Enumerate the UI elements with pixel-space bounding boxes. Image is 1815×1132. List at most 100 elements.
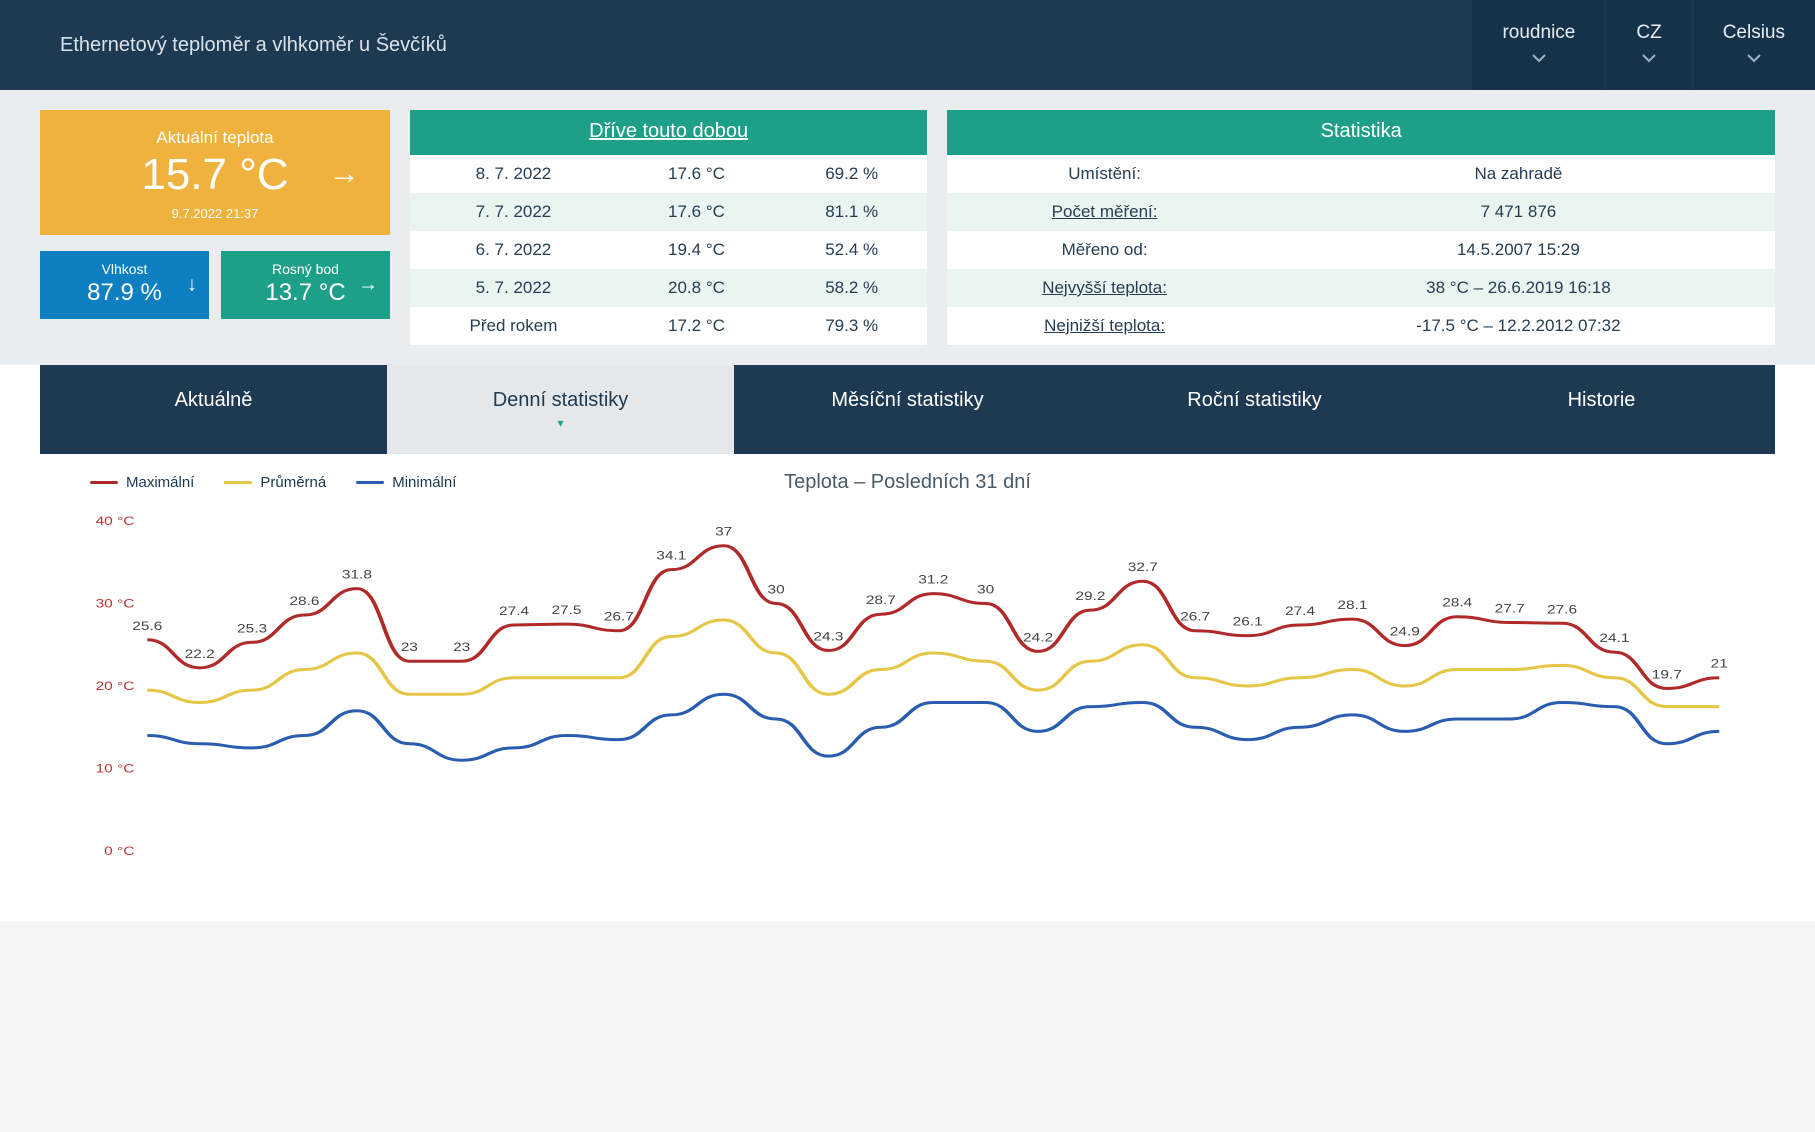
svg-text:25.3: 25.3	[237, 621, 267, 635]
svg-text:24.2: 24.2	[1023, 630, 1053, 644]
legend-item-avg[interactable]: Průměrná	[224, 474, 326, 491]
history-row: 7. 7. 202217.6 °C81.1 %	[410, 193, 927, 231]
history-hum: 69.2 %	[776, 155, 927, 193]
unit-selector[interactable]: Celsius	[1693, 0, 1815, 90]
stats-value: 7 471 876	[1262, 193, 1775, 231]
current-timestamp: 9.7.2022 21:37	[50, 206, 380, 221]
history-temp: 17.6 °C	[617, 155, 776, 193]
legend-item-max[interactable]: Maximální	[90, 474, 194, 491]
history-table: 8. 7. 202217.6 °C69.2 %7. 7. 202217.6 °C…	[410, 155, 927, 345]
unit-selector-label: Celsius	[1723, 22, 1785, 44]
chevron-down-icon	[1642, 50, 1656, 68]
top-header: Ethernetový teploměr a vlhkoměr u Ševčík…	[0, 0, 1815, 90]
stats-row: Měřeno od:14.5.2007 15:29	[947, 231, 1775, 269]
stats-value: 38 °C – 26.6.2019 16:18	[1262, 269, 1775, 307]
svg-text:32.7: 32.7	[1128, 560, 1158, 574]
svg-text:40 °C: 40 °C	[96, 514, 135, 528]
stats-label[interactable]: Nejvyšší teplota:	[947, 269, 1262, 307]
lang-selector-label: CZ	[1636, 22, 1661, 44]
current-temp-label: Aktuální teplota	[50, 128, 380, 148]
stats-label: Umístění:	[947, 155, 1262, 193]
stats-row: Umístění:Na zahradě	[947, 155, 1775, 193]
svg-text:27.4: 27.4	[499, 604, 529, 618]
stats-panel-header: Statistika	[947, 110, 1775, 155]
humidity-value: 87.9 %	[48, 279, 201, 307]
svg-text:0 °C: 0 °C	[104, 844, 134, 858]
svg-text:23: 23	[401, 640, 419, 654]
history-date: 7. 7. 2022	[410, 193, 617, 231]
history-hum: 58.2 %	[776, 269, 927, 307]
current-column: Aktuální teplota 15.7 °C → 9.7.2022 21:3…	[40, 110, 390, 345]
svg-text:29.2: 29.2	[1075, 589, 1105, 603]
chevron-down-icon	[1747, 50, 1761, 68]
tab-měsíční-statistiky[interactable]: Měsíční statistiky	[734, 365, 1081, 454]
svg-text:30: 30	[767, 582, 785, 596]
location-selector-label: roudnice	[1502, 22, 1575, 44]
history-row: Před rokem17.2 °C79.3 %	[410, 307, 927, 345]
svg-text:37: 37	[715, 524, 732, 538]
history-hum: 79.3 %	[776, 307, 927, 345]
chart-legend: Maximální Průměrná Minimální	[90, 474, 456, 491]
chart-title: Teplota – Posledních 31 dní	[784, 471, 1031, 494]
svg-text:27.5: 27.5	[551, 603, 581, 617]
stats-label[interactable]: Počet měření:	[947, 193, 1262, 231]
tab-label: Aktuálně	[175, 389, 253, 411]
legend-item-min[interactable]: Minimální	[356, 474, 456, 491]
history-date: 8. 7. 2022	[410, 155, 617, 193]
tab-label: Historie	[1568, 389, 1636, 411]
tab-aktuálně[interactable]: Aktuálně	[40, 365, 387, 454]
tab-label: Měsíční statistiky	[831, 389, 983, 411]
history-panel-title: Dříve touto dobou	[589, 120, 748, 142]
small-cards-row: Vlhkost 87.9 % ↓ Rosný bod 13.7 °C →	[40, 251, 390, 319]
stats-table: Umístění:Na zahraděPočet měření:7 471 87…	[947, 155, 1775, 345]
stats-row: Nejnižší teplota:-17.5 °C – 12.2.2012 07…	[947, 307, 1775, 345]
location-selector[interactable]: roudnice	[1472, 0, 1605, 90]
dewpoint-card[interactable]: Rosný bod 13.7 °C →	[221, 251, 390, 319]
legend-swatch-avg	[224, 481, 252, 484]
svg-text:31.2: 31.2	[918, 572, 948, 586]
stats-value: -17.5 °C – 12.2.2012 07:32	[1262, 307, 1775, 345]
stats-row: Nejvyšší teplota:38 °C – 26.6.2019 16:18	[947, 269, 1775, 307]
current-temp-card[interactable]: Aktuální teplota 15.7 °C → 9.7.2022 21:3…	[40, 110, 390, 235]
svg-text:23: 23	[453, 640, 471, 654]
legend-swatch-max	[90, 481, 118, 484]
chart-header: Maximální Průměrná Minimální Teplota – P…	[70, 474, 1745, 501]
history-panel-header[interactable]: Dříve touto dobou	[410, 110, 927, 155]
stats-panel: Statistika Umístění:Na zahraděPočet měře…	[947, 110, 1775, 345]
humidity-card[interactable]: Vlhkost 87.9 % ↓	[40, 251, 209, 319]
current-temp-value: 15.7 °C	[141, 150, 288, 200]
history-temp: 17.6 °C	[617, 193, 776, 231]
stats-value: Na zahradě	[1262, 155, 1775, 193]
top-section: Aktuální teplota 15.7 °C → 9.7.2022 21:3…	[0, 90, 1815, 365]
legend-label-min: Minimální	[392, 474, 456, 491]
lang-selector[interactable]: CZ	[1606, 0, 1691, 90]
svg-text:34.1: 34.1	[656, 548, 686, 562]
history-row: 8. 7. 202217.6 °C69.2 %	[410, 155, 927, 193]
svg-text:10 °C: 10 °C	[96, 761, 135, 775]
arrow-down-icon: ↓	[187, 274, 197, 297]
svg-text:28.4: 28.4	[1442, 595, 1472, 609]
legend-label-avg: Průměrná	[260, 474, 326, 491]
svg-text:31.8: 31.8	[342, 567, 372, 581]
svg-text:30: 30	[977, 582, 995, 596]
tab-label: Roční statistiky	[1187, 389, 1321, 411]
tab-denní-statistiky[interactable]: Denní statistiky▾	[387, 365, 734, 454]
svg-text:21: 21	[1711, 656, 1729, 670]
history-temp: 19.4 °C	[617, 231, 776, 269]
tab-historie[interactable]: Historie	[1428, 365, 1775, 454]
history-row: 6. 7. 202219.4 °C52.4 %	[410, 231, 927, 269]
svg-text:30 °C: 30 °C	[96, 596, 135, 610]
svg-text:24.3: 24.3	[813, 629, 843, 643]
svg-text:27.7: 27.7	[1495, 601, 1525, 615]
stats-label[interactable]: Nejnižší teplota:	[947, 307, 1262, 345]
svg-text:25.6: 25.6	[132, 619, 162, 633]
svg-text:27.6: 27.6	[1547, 602, 1577, 616]
chevron-down-icon	[1532, 50, 1546, 68]
header-selectors: roudnice CZ Celsius	[1471, 0, 1815, 90]
stats-row: Počet měření:7 471 876	[947, 193, 1775, 231]
legend-label-max: Maximální	[126, 474, 194, 491]
svg-text:28.1: 28.1	[1337, 598, 1367, 612]
chevron-down-icon: ▾	[397, 416, 724, 430]
tab-roční-statistiky[interactable]: Roční statistiky	[1081, 365, 1428, 454]
tabs-row: Aktuálně Denní statistiky▾ Měsíční statist…	[40, 365, 1775, 454]
